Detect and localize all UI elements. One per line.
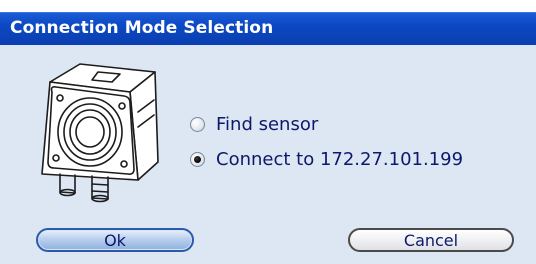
option-connect-ip[interactable]: Connect to 172.27.101.199 bbox=[190, 149, 463, 170]
connection-mode-dialog: Connection Mode Selection Find sensor Co… bbox=[0, 0, 536, 264]
dialog-title: Connection Mode Selection bbox=[10, 18, 274, 38]
option-find-sensor[interactable]: Find sensor bbox=[190, 114, 318, 135]
camera-sensor-icon bbox=[41, 63, 159, 203]
option-connect-ip-label: Connect to 172.27.101.199 bbox=[216, 149, 464, 170]
option-find-sensor-label: Find sensor bbox=[216, 114, 319, 135]
radio-find-sensor[interactable] bbox=[190, 117, 205, 132]
title-bar[interactable]: Connection Mode Selection bbox=[0, 12, 536, 45]
radio-connect-ip[interactable] bbox=[190, 152, 205, 167]
cancel-button[interactable]: Cancel bbox=[348, 228, 514, 252]
ok-button[interactable]: Ok bbox=[36, 228, 194, 252]
